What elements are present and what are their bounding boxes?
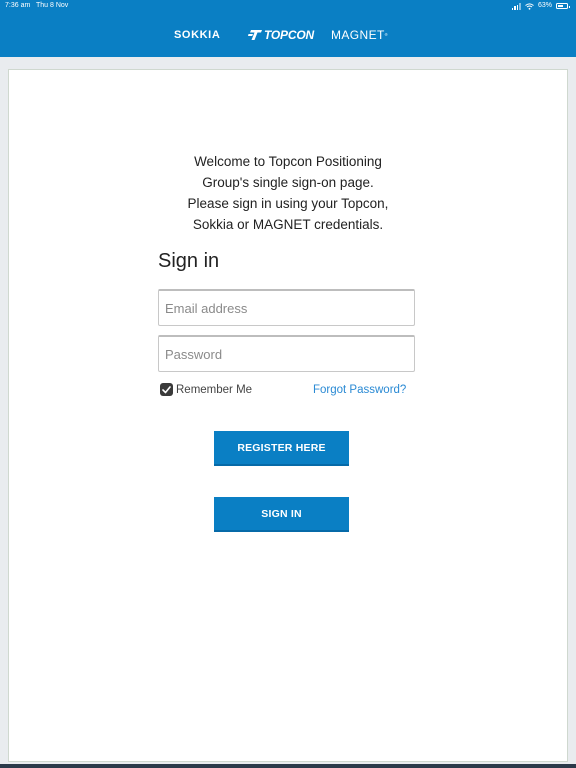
cellular-signal-icon [511, 2, 521, 10]
status-time: 7:36 am [5, 2, 31, 9]
forgot-password-link[interactable]: Forgot Password? [313, 384, 406, 396]
signin-card: Welcome to Topcon Positioning Group's si… [8, 69, 568, 762]
battery-fill [558, 5, 564, 7]
signin-button[interactable]: SIGN IN [214, 497, 349, 532]
password-input[interactable] [158, 335, 415, 372]
magnet-logo: MAGNET® [331, 28, 388, 42]
welcome-line: Group's single sign-on page. [202, 175, 374, 190]
wifi-icon [525, 2, 534, 10]
signin-heading: Sign in [158, 250, 220, 272]
status-date: Thu 8 Nov [36, 2, 69, 9]
status-bar: 7:36 am Thu 8 Nov 63% [0, 0, 576, 12]
welcome-line: Welcome to Topcon Positioning [194, 154, 382, 169]
brand-header: SOKKIA TOPCON MAGNET® [0, 12, 576, 57]
remember-me-toggle[interactable]: Remember Me [160, 383, 252, 396]
magnet-logo-text: MAGNET [331, 28, 385, 42]
topcon-mark-icon [248, 30, 262, 40]
register-button[interactable]: REGISTER HERE [214, 431, 349, 466]
checkmark-icon [162, 385, 171, 393]
welcome-line: Please sign in using your Topcon, [187, 196, 389, 211]
sokkia-logo: SOKKIA [174, 29, 221, 41]
email-input[interactable] [158, 289, 415, 326]
remember-me-checkbox[interactable] [160, 383, 173, 396]
topcon-logo-text: TOPCON [264, 28, 314, 42]
trademark-icon: ® [384, 32, 389, 37]
status-indicators: 63% [511, 0, 570, 12]
bottom-edge [0, 764, 576, 768]
remember-me-label: Remember Me [176, 383, 253, 396]
topcon-logo: TOPCON [248, 28, 314, 42]
battery-icon [556, 3, 570, 9]
welcome-message: Welcome to Topcon Positioning Group's si… [9, 151, 567, 235]
battery-percent: 63% [537, 2, 552, 9]
welcome-line: Sokkia or MAGNET credentials. [192, 217, 384, 232]
